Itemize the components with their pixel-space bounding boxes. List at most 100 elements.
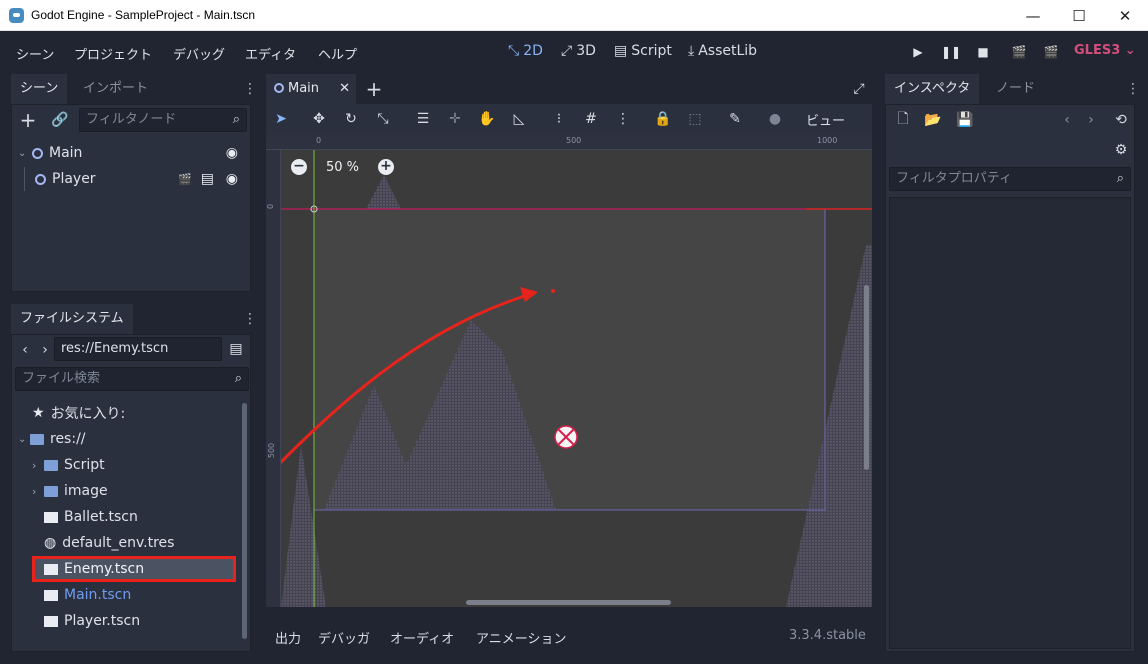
favorites-row[interactable]: ★ お気に入り: xyxy=(32,401,125,425)
rotate-mode-icon[interactable]: ↻ xyxy=(342,110,360,128)
folder-row-root[interactable]: ⌄ res:// xyxy=(18,427,86,451)
folder-row-script[interactable]: › Script xyxy=(32,453,105,477)
tab-scene[interactable]: シーン xyxy=(11,74,68,104)
menu-editor[interactable]: エディタ xyxy=(245,44,296,63)
tab-node[interactable]: ノード xyxy=(987,74,1044,104)
smart-snap-icon[interactable]: ⁝ xyxy=(550,110,568,128)
close-window-button[interactable]: ✕ xyxy=(1102,0,1148,31)
pause-icon[interactable]: ❚❚ xyxy=(941,43,961,61)
node-filter-input[interactable]: フィルタノード ⌕ xyxy=(79,108,247,132)
file-row-player[interactable]: Player.tscn xyxy=(44,609,140,633)
ruler-tick-label: 500 xyxy=(267,442,277,459)
history-back-icon[interactable]: ‹ xyxy=(1060,111,1074,129)
snap-options-icon[interactable]: ⋮ xyxy=(614,110,632,128)
workspace-2d-button[interactable]: ⤡ 2D xyxy=(508,43,543,59)
scale-mode-icon[interactable]: ⤡ xyxy=(374,110,392,128)
split-view-icon[interactable]: ▤ xyxy=(228,341,244,357)
menu-help[interactable]: ヘルプ xyxy=(318,44,357,63)
instance-scene-icon[interactable]: 🎬 xyxy=(178,173,192,186)
mountain-peak-sprite xyxy=(366,175,401,209)
stop-icon[interactable]: ■ xyxy=(974,43,992,61)
property-filter-input[interactable]: フィルタプロパティ ⌕ xyxy=(889,167,1131,191)
filesystem-scrollbar[interactable] xyxy=(242,403,247,639)
zoom-in-button[interactable]: + xyxy=(378,159,394,175)
add-tab-icon[interactable]: + xyxy=(364,77,384,101)
window-titlebar: Godot Engine - SampleProject - Main.tscn… xyxy=(0,0,1148,31)
folder-row-image[interactable]: › image xyxy=(32,479,108,503)
file-search-input[interactable]: ファイル検索 ⌕ xyxy=(15,367,249,391)
workspace-3d-button[interactable]: ⤢ 3D xyxy=(561,43,596,59)
file-row-ballet[interactable]: Ballet.tscn xyxy=(44,505,138,529)
menu-scene[interactable]: シーン xyxy=(16,44,54,63)
tab-debugger[interactable]: デバッガ xyxy=(318,628,370,647)
menu-debug[interactable]: デバッグ xyxy=(173,44,225,63)
folder-icon xyxy=(44,485,58,497)
ruler-icon[interactable]: ◺ xyxy=(510,110,528,128)
object-properties-icon[interactable]: ⚙ xyxy=(1112,141,1130,159)
pivot-icon[interactable]: ✛ xyxy=(446,110,464,128)
menu-project[interactable]: プロジェクト xyxy=(74,44,152,63)
tab-output[interactable]: 出力 xyxy=(275,628,301,647)
pan-hand-icon[interactable]: ✋ xyxy=(478,110,496,128)
maximize-button[interactable]: ☐ xyxy=(1056,0,1102,31)
viewport-hscrollbar[interactable] xyxy=(466,600,671,605)
close-tab-icon[interactable]: ✕ xyxy=(339,74,350,104)
play-custom-scene-icon[interactable]: 🎬 xyxy=(1042,43,1060,61)
new-resource-icon[interactable]: 🗋 xyxy=(894,111,912,129)
visibility-eye-icon[interactable]: ◉ xyxy=(226,171,238,187)
tab-main-scene[interactable]: Main ✕ xyxy=(266,74,356,104)
file-row-main[interactable]: Main.tscn xyxy=(44,583,131,607)
list-select-icon[interactable]: ☰ xyxy=(414,110,432,128)
zoom-out-button[interactable]: − xyxy=(291,159,307,175)
camera-override-icon[interactable]: ● xyxy=(766,110,784,128)
node-circle-icon xyxy=(35,173,46,185)
add-node-icon[interactable]: + xyxy=(18,108,38,132)
kebab-menu-icon[interactable]: ⋮ xyxy=(243,311,257,327)
forward-arrow-icon[interactable]: › xyxy=(38,341,52,359)
zoom-level[interactable]: 50 % xyxy=(326,160,359,175)
tree-node-player[interactable]: Player 🎬 ▤ ◉ xyxy=(18,167,246,191)
grid-snap-icon[interactable]: # xyxy=(582,110,600,128)
back-arrow-icon[interactable]: ‹ xyxy=(18,341,32,359)
distraction-free-icon[interactable]: ⤢ xyxy=(850,80,868,98)
kebab-menu-icon[interactable]: ⋮ xyxy=(1126,81,1140,97)
tab-animation[interactable]: アニメーション xyxy=(476,628,566,647)
scene-file-icon xyxy=(44,511,58,523)
file-row-default-env[interactable]: ◍ default_env.tres xyxy=(44,531,174,555)
viewport-vscrollbar[interactable] xyxy=(864,285,869,470)
link-icon[interactable]: 🔗 xyxy=(50,110,70,130)
collapse-arrow-icon[interactable]: ⌄ xyxy=(18,148,30,159)
workspace-script-button[interactable]: ▤ Script xyxy=(614,43,672,59)
lock-icon[interactable]: 🔒 xyxy=(654,110,672,128)
expand-arrow-icon[interactable]: › xyxy=(32,485,44,498)
minimize-button[interactable]: — xyxy=(1010,0,1056,31)
play-scene-icon[interactable]: 🎬 xyxy=(1010,43,1028,61)
history-forward-icon[interactable]: › xyxy=(1084,111,1098,129)
path-field[interactable]: res://Enemy.tscn xyxy=(54,337,222,361)
save-icon[interactable]: 💾 xyxy=(956,111,974,129)
visibility-eye-icon[interactable]: ◉ xyxy=(226,145,238,161)
play-icon[interactable]: ▶ xyxy=(909,43,927,61)
group-icon[interactable]: ⬚ xyxy=(686,110,704,128)
collapse-arrow-icon[interactable]: ⌄ xyxy=(18,434,30,445)
history-icon[interactable]: ⟲ xyxy=(1112,111,1130,129)
script-icon[interactable]: ▤ xyxy=(201,171,214,187)
move-mode-icon[interactable]: ✥ xyxy=(310,110,328,128)
filesystem-dock-tabs: ファイルシステム ⋮ xyxy=(11,304,257,334)
select-mode-icon[interactable]: ➤ xyxy=(272,110,290,128)
expand-arrow-icon[interactable]: › xyxy=(32,459,44,472)
open-folder-icon[interactable]: 📂 xyxy=(924,111,942,129)
tree-node-main[interactable]: ⌄ Main ◉ xyxy=(18,141,246,165)
filesystem-dock: ‹ › res://Enemy.tscn ▤ ファイル検索 ⌕ ★ お気に入り:… xyxy=(11,334,251,652)
tab-audio[interactable]: オーディオ xyxy=(390,628,454,647)
file-row-enemy-selected[interactable]: Enemy.tscn xyxy=(32,556,236,582)
bone-icon[interactable]: ✎ xyxy=(726,110,744,128)
canvas-viewport[interactable]: − 50 % + xyxy=(266,135,872,607)
view-menu[interactable]: ビュー xyxy=(806,110,845,129)
tab-inspector[interactable]: インスペクタ xyxy=(885,74,980,104)
tab-import[interactable]: インポート xyxy=(74,74,157,104)
workspace-assetlib-button[interactable]: ⤓ AssetLib xyxy=(688,43,757,59)
tab-filesystem[interactable]: ファイルシステム xyxy=(11,304,133,334)
kebab-menu-icon[interactable]: ⋮ xyxy=(243,81,257,97)
renderer-selector[interactable]: GLES3 ⌄ xyxy=(1074,43,1136,58)
